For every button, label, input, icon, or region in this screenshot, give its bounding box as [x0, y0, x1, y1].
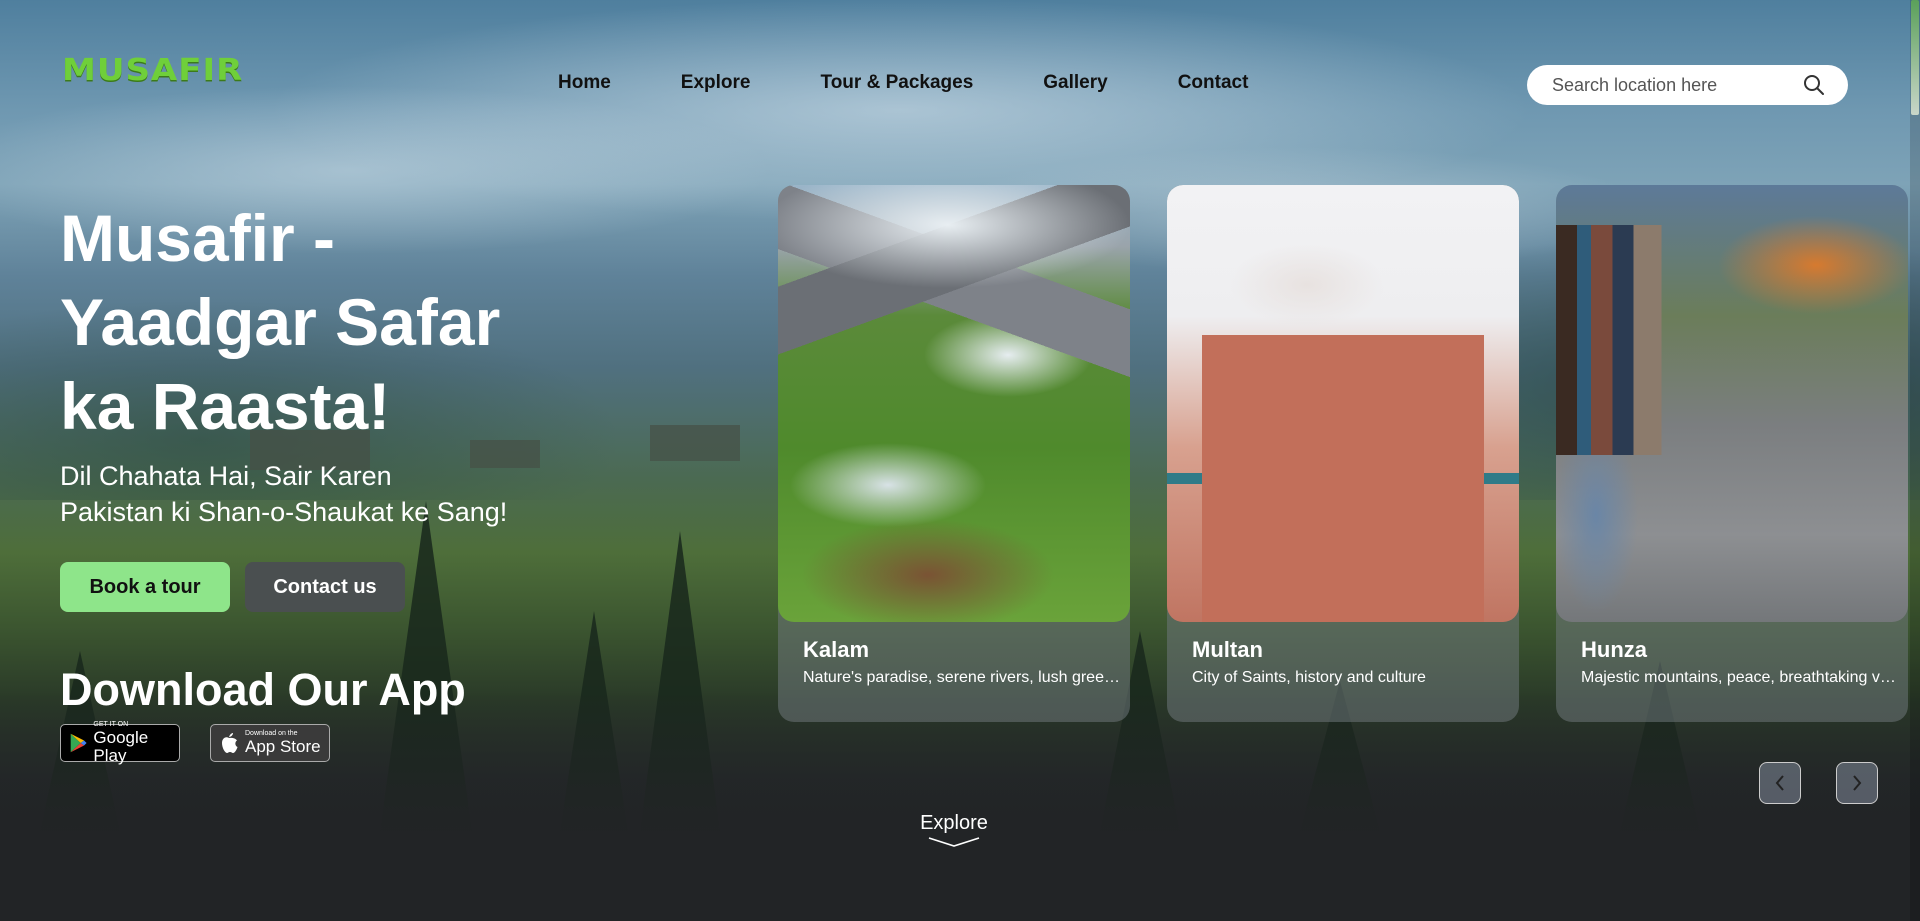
google-play-big-text: Google Play: [93, 728, 149, 765]
card-description: Nature's paradise, serene rivers, lush g…: [803, 669, 1120, 686]
chevron-right-icon: [1853, 775, 1862, 791]
search-bar: [1527, 65, 1848, 105]
chevron-down-icon: [928, 837, 980, 847]
download-app-title: Download Our App: [60, 664, 466, 715]
multan-image: [1167, 185, 1519, 622]
hero-subtitle-line-1: Dil Chahata Hai, Sair Karen: [60, 461, 392, 491]
nav-item-home[interactable]: Home: [558, 72, 611, 94]
card-description: Majestic mountains, peace, breathtaking …: [1581, 669, 1898, 686]
card-description: City of Saints, history and culture: [1192, 669, 1426, 686]
destination-card-kalam[interactable]: Kalam Nature's paradise, serene rivers, …: [778, 185, 1130, 722]
explore-scroll-link[interactable]: Explore: [912, 812, 996, 849]
hero-subtitle-line-2: Pakistan ki Shan-o-Shaukat ke Sang!: [60, 497, 508, 527]
apple-icon: [222, 733, 238, 753]
contact-us-button[interactable]: Contact us: [245, 562, 405, 612]
scrollbar-thumb[interactable]: [1911, 0, 1919, 115]
destination-card-multan[interactable]: Multan City of Saints, history and cultu…: [1167, 185, 1519, 722]
card-title: Multan: [1192, 637, 1263, 662]
carousel-next-button[interactable]: [1836, 762, 1878, 804]
main-nav: Home Explore Tour & Packages Gallery Con…: [558, 72, 1318, 94]
nav-item-contact[interactable]: Contact: [1178, 72, 1249, 94]
hero-title: Musafir - Yaadgar Safar ka Raasta!: [60, 201, 501, 443]
carousel-prev-button[interactable]: [1759, 762, 1801, 804]
google-play-badge[interactable]: GET IT ON Google Play: [60, 721, 180, 765]
book-tour-button[interactable]: Book a tour: [60, 562, 230, 612]
kalam-image: [778, 185, 1130, 622]
destination-card-hunza[interactable]: Hunza Majestic mountains, peace, breatht…: [1556, 185, 1908, 722]
app-store-big-text: App Store: [245, 737, 321, 756]
nav-item-explore[interactable]: Explore: [681, 72, 751, 94]
nav-item-gallery[interactable]: Gallery: [1043, 72, 1107, 94]
background-house: [650, 425, 740, 461]
chevron-left-icon: [1775, 775, 1784, 791]
hero-subtitle: Dil Chahata Hai, Sair Karen Pakistan ki …: [60, 458, 580, 530]
search-input[interactable]: [1552, 74, 1802, 96]
card-title: Hunza: [1581, 637, 1647, 662]
hunza-image: [1556, 185, 1908, 622]
page-scrollbar[interactable]: [1910, 0, 1920, 921]
google-play-icon: [70, 733, 87, 753]
search-icon[interactable]: [1802, 73, 1826, 97]
explore-label: Explore: [920, 812, 988, 834]
app-store-badge[interactable]: Download on the App Store: [210, 724, 330, 762]
brand-logo[interactable]: MUSAFIR: [62, 52, 243, 88]
nav-item-tour-packages[interactable]: Tour & Packages: [821, 72, 974, 94]
card-title: Kalam: [803, 637, 870, 662]
